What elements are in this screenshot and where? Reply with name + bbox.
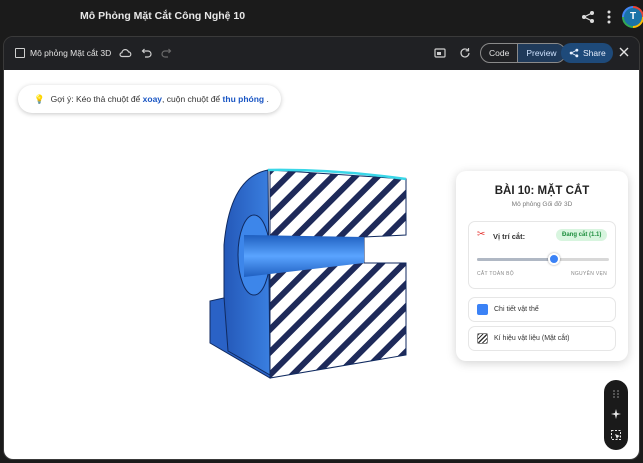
bearing-model-3d[interactable] <box>204 165 414 380</box>
option-material-symbol-label: Kí hiệu vật liệu (Mặt cắt) <box>494 335 570 342</box>
cut-slider-fill <box>477 258 554 261</box>
top-bar: Mô Phỏng Mặt Cắt Công Nghệ 10 T <box>0 0 643 36</box>
refresh-icon[interactable] <box>458 46 472 60</box>
blue-swatch-icon <box>477 304 488 315</box>
cut-slider-track[interactable] <box>477 258 609 261</box>
artifact-toolbar: Mô phỏng Mặt cắt 3D Code Preview Share <box>4 37 639 70</box>
cut-slider-thumb[interactable] <box>547 253 560 265</box>
option-object-detail-label: Chi tiết vật thể <box>494 306 539 313</box>
hint-suffix: . <box>266 94 269 104</box>
sparkle-icon[interactable] <box>610 408 622 420</box>
close-icon[interactable] <box>618 46 630 58</box>
cut-status-badge: Đang cắt (1.1) <box>556 229 608 241</box>
share-label: Share <box>583 48 606 58</box>
preview-tab[interactable]: Preview <box>517 44 565 62</box>
view-toggle: Code Preview <box>480 43 566 63</box>
preview-canvas[interactable]: 💡 Gợi ý: Kéo thả chuột để xoay, cuộn chuộ… <box>4 70 639 459</box>
scissors-icon: ✂ <box>477 229 486 240</box>
cloud-icon[interactable] <box>118 46 132 60</box>
avatar-letter: T <box>624 8 642 26</box>
redo-icon[interactable] <box>160 46 174 60</box>
avatar[interactable]: T <box>622 6 643 28</box>
share-button[interactable]: Share <box>561 43 613 63</box>
cut-position-label: Vị trí cắt: <box>493 232 526 241</box>
cut-position-card: ✂ Vị trí cắt: Đang cắt (1.1) CẮT TOÀN BỘ… <box>468 221 616 289</box>
more-vert-icon[interactable] <box>604 9 614 25</box>
slider-min-label: CẮT TOÀN BỘ <box>477 271 514 277</box>
code-tab[interactable]: Code <box>481 44 517 62</box>
hint-rotate: xoay <box>142 94 163 104</box>
undo-icon[interactable] <box>139 46 153 60</box>
floating-tools <box>604 380 628 450</box>
control-panel: BÀI 10: MẶT CẮT Mô phỏng Gối đỡ 3D ✂ Vị … <box>456 171 628 361</box>
document-icon <box>15 48 25 58</box>
panel-title: BÀI 10: MẶT CẮT <box>494 185 590 197</box>
slider-max-label: NGUYÊN VẸN <box>570 271 607 277</box>
panel-subtitle: Mô phỏng Gối đỡ 3D <box>511 201 573 208</box>
option-object-detail[interactable]: Chi tiết vật thể <box>468 297 616 322</box>
hint-zoom: thu phóng <box>222 94 265 104</box>
option-material-symbol[interactable]: Kí hiệu vật liệu (Mặt cắt) <box>468 326 616 351</box>
hint-prefix: Gợi ý: Kéo thả chuột để <box>50 94 141 104</box>
drag-handle-icon[interactable] <box>610 388 622 400</box>
lightbulb-icon: 💡 <box>34 94 45 104</box>
document-title: Mô phỏng Mặt cắt 3D <box>30 48 112 58</box>
present-icon[interactable] <box>433 46 447 60</box>
select-icon[interactable] <box>610 429 622 441</box>
hatch-swatch-icon <box>477 333 488 344</box>
artifact-frame: Mô phỏng Mặt cắt 3D Code Preview Share 💡… <box>3 36 640 460</box>
model-section-face <box>269 169 407 379</box>
hint-banner: 💡 Gợi ý: Kéo thả chuột để xoay, cuộn chuộ… <box>18 85 281 113</box>
hint-middle: , cuộn chuột để <box>162 94 221 104</box>
share-icon <box>569 48 579 58</box>
app-title: Mô Phỏng Mặt Cắt Công Nghệ 10 <box>80 10 246 22</box>
share-icon[interactable] <box>581 10 595 24</box>
